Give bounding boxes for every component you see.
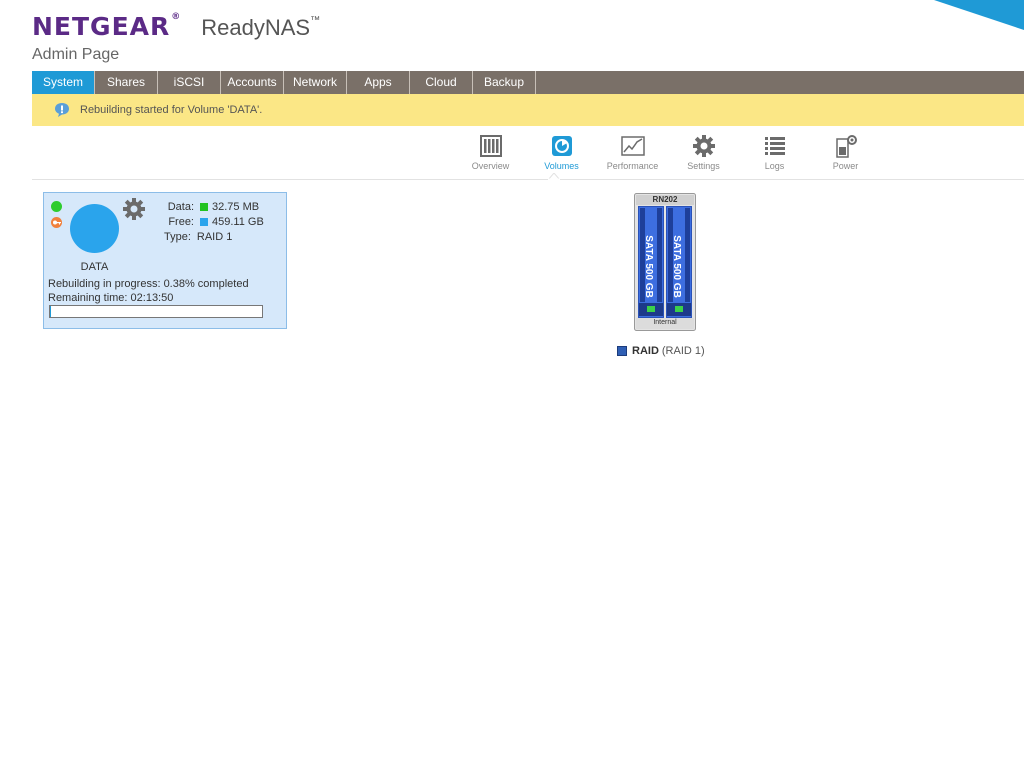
raid-legend: RAID (RAID 1) xyxy=(617,345,705,357)
subnav-performance[interactable]: Performance xyxy=(597,134,668,171)
subnav-performance-label: Performance xyxy=(606,161,659,171)
volume-settings-gear-icon[interactable] xyxy=(122,197,146,221)
volumes-icon xyxy=(551,136,572,156)
volume-free-label: Free: xyxy=(168,215,194,228)
subnav-logs-label: Logs xyxy=(764,161,785,171)
subnav-overview-label: Overview xyxy=(471,161,510,171)
rebuild-status: Rebuilding in progress: 0.38% completed … xyxy=(48,277,249,305)
logs-icon xyxy=(764,137,785,155)
power-icon xyxy=(835,135,857,158)
volume-free-row: Free: 459.11 GB xyxy=(154,214,264,229)
brand-header: NETGEAR® ReadyNAS™ xyxy=(32,12,320,41)
volume-name: DATA xyxy=(80,261,109,273)
tab-accounts[interactable]: Accounts xyxy=(221,71,284,94)
disk-2-label: SATA 500 GB xyxy=(670,234,682,298)
enclosure-model: RN202 xyxy=(652,195,678,204)
subnav-divider xyxy=(32,179,1024,180)
volume-stats: Data: 32.75 MB Free: 459.11 GB Type: RAI… xyxy=(154,199,264,244)
tab-system[interactable]: System xyxy=(32,71,95,94)
disk-1[interactable]: SATA 500 GB xyxy=(641,226,655,306)
subnav-overview[interactable]: Overview xyxy=(455,134,526,171)
subnav-logs[interactable]: Logs xyxy=(739,134,810,171)
tab-shares[interactable]: Shares xyxy=(95,71,158,94)
tab-network[interactable]: Network xyxy=(284,71,347,94)
volume-type-label: Type: xyxy=(164,230,191,243)
page-subtitle: Admin Page xyxy=(32,46,120,63)
volume-data-row: Data: 32.75 MB xyxy=(154,199,264,214)
speech-bubble-icon[interactable] xyxy=(54,102,70,118)
data-swatch xyxy=(200,202,208,211)
netgear-logo[interactable]: NETGEAR® xyxy=(32,12,181,41)
rebuild-status-icon xyxy=(51,217,62,228)
admin-page: NETGEAR® ReadyNAS™ Admin Page System Sha… xyxy=(0,0,1024,768)
notice-message: Rebuilding started for Volume 'DATA'. xyxy=(80,104,263,116)
free-swatch xyxy=(200,217,208,226)
overview-icon xyxy=(479,135,502,157)
system-subnav: Overview Volumes Performance Settings Lo… xyxy=(455,134,881,171)
subnav-settings[interactable]: Settings xyxy=(668,134,739,171)
tab-apps[interactable]: Apps xyxy=(347,71,410,94)
volume-type-value: RAID 1 xyxy=(196,230,233,243)
rebuild-remaining-text: Remaining time: 02:13:50 xyxy=(48,292,174,304)
disk-2[interactable]: SATA 500 GB xyxy=(669,226,683,306)
volume-usage-disc xyxy=(70,204,119,253)
subnav-settings-label: Settings xyxy=(687,161,720,171)
subnav-volumes-label: Volumes xyxy=(544,161,579,171)
enclosure-bay-label: Internal xyxy=(653,319,677,326)
disk-1-label: SATA 500 GB xyxy=(642,234,654,298)
raid-level: (RAID 1) xyxy=(661,345,705,357)
volume-data-value: 32.75 MB xyxy=(212,200,260,213)
volume-type-row: Type: RAID 1 xyxy=(154,229,264,244)
raid-swatch xyxy=(617,346,627,356)
notice-bar: Rebuilding started for Volume 'DATA'. xyxy=(32,94,1024,126)
active-tab-pointer xyxy=(548,173,560,180)
corner-decoration xyxy=(934,0,1024,30)
rebuild-progress-bar xyxy=(49,305,263,318)
volume-status-indicator xyxy=(51,201,62,212)
tab-cloud[interactable]: Cloud xyxy=(410,71,473,94)
tab-backup[interactable]: Backup xyxy=(473,71,536,94)
rebuild-progress-text: Rebuilding in progress: 0.38% completed xyxy=(48,278,249,290)
settings-icon xyxy=(692,135,715,157)
tab-iscsi[interactable]: iSCSI xyxy=(158,71,221,94)
volume-free-value: 459.11 GB xyxy=(212,215,264,228)
performance-icon xyxy=(620,136,645,156)
volume-data-label: Data: xyxy=(167,200,194,213)
subnav-power[interactable]: Power xyxy=(810,134,881,171)
rebuild-progress-fill xyxy=(50,306,52,317)
raid-name: RAID xyxy=(632,345,659,357)
subnav-volumes[interactable]: Volumes xyxy=(526,134,597,171)
product-name: ReadyNAS™ xyxy=(201,15,321,40)
main-nav: System Shares iSCSI Accounts Network App… xyxy=(32,71,1024,94)
volume-card[interactable]: DATA Data: 32.75 MB Free: 459.11 GB Type… xyxy=(43,192,287,329)
subnav-power-label: Power xyxy=(832,161,859,171)
